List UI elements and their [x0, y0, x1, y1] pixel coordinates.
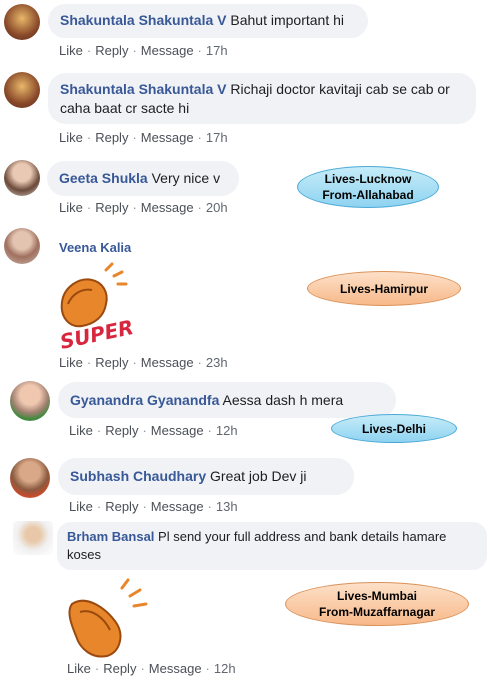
separator: ·	[86, 43, 92, 58]
location-tag: Lives-Lucknow From-Allahabad	[297, 166, 439, 208]
like-link[interactable]: Like	[67, 661, 91, 676]
comment-actions: Like · Reply · Message · 12h	[67, 661, 236, 676]
tag-line: Lives-Hamirpur	[339, 281, 429, 296]
timestamp[interactable]: 12h	[216, 423, 238, 438]
comment-bubble: Shakuntala Shakuntala V Bahut important …	[48, 4, 368, 38]
comment-actions: Like · Reply · Message · 17h	[59, 43, 228, 58]
separator: ·	[86, 355, 92, 370]
tag-line: Lives-Lucknow	[324, 172, 412, 186]
separator: ·	[197, 130, 202, 145]
avatar[interactable]	[4, 72, 40, 108]
comment-actions: Like · Reply · Message · 23h	[59, 355, 228, 370]
separator: ·	[94, 661, 100, 676]
separator: ·	[132, 130, 137, 145]
comment-bubble: Shakuntala Shakuntala V Richaji doctor k…	[48, 73, 476, 124]
comment-actions: Like · Reply · Message · 17h	[59, 130, 228, 145]
separator: ·	[142, 423, 147, 438]
like-link[interactable]: Like	[59, 43, 83, 58]
separator: ·	[140, 661, 145, 676]
avatar[interactable]	[4, 228, 40, 264]
location-tag: Lives-Delhi	[331, 414, 457, 443]
reply-link[interactable]: Reply	[105, 499, 138, 514]
commenter-name[interactable]: Brham Bansal	[67, 529, 154, 544]
like-link[interactable]: Like	[59, 355, 83, 370]
separator: ·	[96, 499, 102, 514]
separator: ·	[132, 200, 137, 215]
separator: ·	[205, 661, 210, 676]
commenter-name[interactable]: Subhash Chaudhary	[70, 468, 206, 484]
message-link[interactable]: Message	[141, 43, 194, 58]
message-link[interactable]: Message	[141, 200, 194, 215]
commenter-name[interactable]: Shakuntala Shakuntala V	[60, 12, 227, 28]
like-link[interactable]: Like	[59, 130, 83, 145]
commenter-name[interactable]: Shakuntala Shakuntala V	[60, 81, 227, 97]
comment-text: Bahut important hi	[230, 12, 345, 28]
avatar[interactable]	[10, 458, 50, 498]
comment-bubble: Subhash Chaudhary Great job Dev ji	[58, 458, 354, 495]
like-link[interactable]: Like	[59, 200, 83, 215]
timestamp[interactable]: 17h	[206, 130, 228, 145]
like-link[interactable]: Like	[69, 499, 93, 514]
super-sticker: SUPER!	[58, 262, 134, 352]
separator: ·	[197, 43, 202, 58]
comment-text: Aessa dash h mera	[222, 392, 344, 408]
comment-bubble: Gyanandra Gyanandfa Aessa dash h mera	[58, 382, 396, 418]
timestamp[interactable]: 13h	[216, 499, 238, 514]
message-link[interactable]: Message	[151, 423, 204, 438]
tag-line: From-Muzaffarnagar	[318, 605, 435, 619]
separator: ·	[86, 200, 92, 215]
separator: ·	[96, 423, 102, 438]
separator: ·	[207, 423, 212, 438]
separator: ·	[86, 130, 92, 145]
tag-line: Lives-Mumbai	[336, 589, 417, 603]
separator: ·	[132, 355, 137, 370]
message-link[interactable]: Message	[141, 130, 194, 145]
reply-link[interactable]: Reply	[95, 200, 128, 215]
timestamp[interactable]: 23h	[206, 355, 228, 370]
avatar[interactable]	[13, 521, 53, 555]
tag-line: From-Allahabad	[322, 188, 414, 202]
comment-bubble: Geeta Shukla Very nice v	[47, 161, 239, 196]
clapping-hands-icon	[68, 578, 148, 658]
comment-actions: Like · Reply · Message · 20h	[59, 200, 228, 215]
tag-line: Lives-Delhi	[361, 421, 427, 436]
comment-text: Very nice v	[151, 170, 221, 186]
separator: ·	[197, 200, 202, 215]
comment-actions: Like · Reply · Message · 12h	[69, 423, 238, 438]
avatar[interactable]	[10, 381, 50, 421]
separator: ·	[197, 355, 202, 370]
location-tag: Lives-Mumbai From-Muzaffarnagar	[285, 582, 469, 626]
separator: ·	[132, 43, 137, 58]
avatar[interactable]	[4, 4, 40, 40]
avatar[interactable]	[4, 160, 40, 196]
timestamp[interactable]: 20h	[206, 200, 228, 215]
message-link[interactable]: Message	[151, 499, 204, 514]
separator: ·	[142, 499, 147, 514]
timestamp[interactable]: 17h	[206, 43, 228, 58]
comment-bubble: Brham Bansal Pl send your full address a…	[57, 522, 487, 570]
message-link[interactable]: Message	[141, 355, 194, 370]
reply-link[interactable]: Reply	[95, 355, 128, 370]
like-link[interactable]: Like	[69, 423, 93, 438]
reply-link[interactable]: Reply	[103, 661, 136, 676]
location-tag: Lives-Hamirpur	[307, 271, 461, 306]
commenter-name[interactable]: Geeta Shukla	[59, 170, 148, 186]
reply-link[interactable]: Reply	[95, 130, 128, 145]
commenter-name[interactable]: Veena Kalia	[59, 240, 131, 255]
reply-link[interactable]: Reply	[105, 423, 138, 438]
message-link[interactable]: Message	[149, 661, 202, 676]
comment-actions: Like · Reply · Message · 13h	[69, 499, 238, 514]
reply-link[interactable]: Reply	[95, 43, 128, 58]
timestamp[interactable]: 12h	[214, 661, 236, 676]
comment-text: Great job Dev ji	[210, 468, 307, 484]
separator: ·	[207, 499, 212, 514]
commenter-name[interactable]: Gyanandra Gyanandfa	[70, 392, 219, 408]
